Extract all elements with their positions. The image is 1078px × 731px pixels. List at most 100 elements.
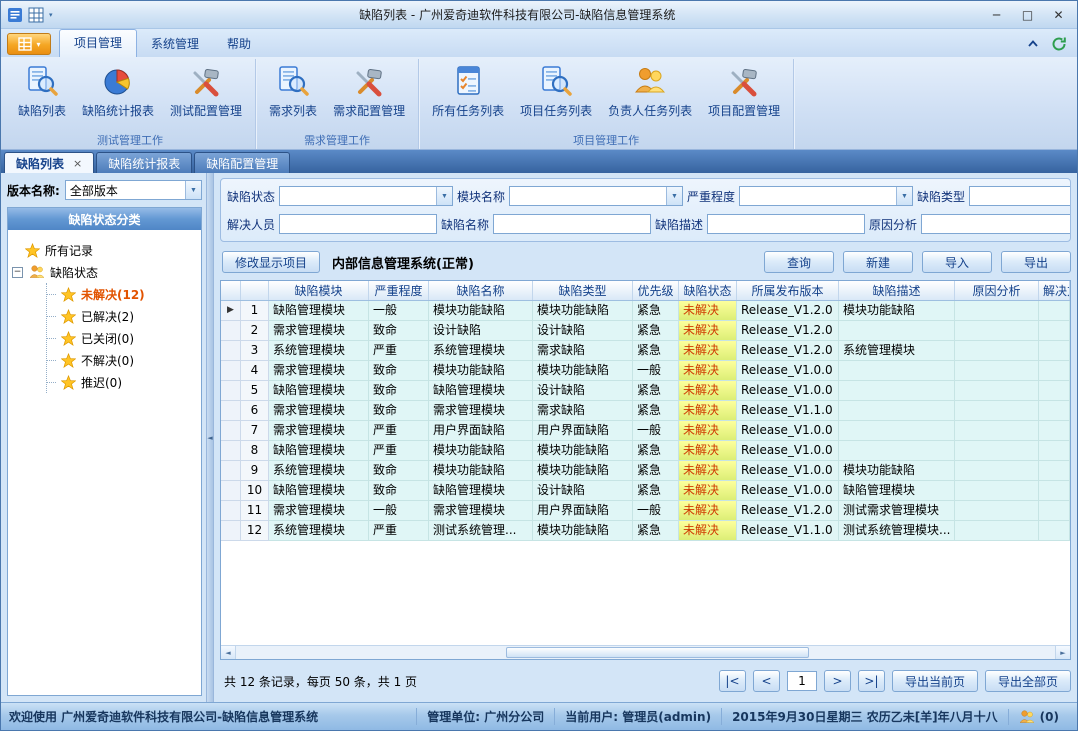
grid-header-cell[interactable]: 缺陷描述 — [839, 281, 955, 300]
table-row[interactable]: 2需求管理模块致命设计缺陷设计缺陷紧急未解决Release_V1.2.0 — [221, 321, 1070, 341]
app-menu-button[interactable]: ▾ — [7, 33, 51, 55]
refresh-icon[interactable] — [1051, 36, 1067, 52]
row-selector-cell[interactable] — [221, 341, 241, 361]
ribbon-tab[interactable]: 系统管理 — [137, 31, 213, 57]
combo-arrow-icon[interactable]: ▼ — [896, 187, 912, 205]
filter-input[interactable] — [510, 188, 666, 204]
table-row[interactable]: 6需求管理模块致命需求管理模块需求缺陷紧急未解决Release_V1.1.0 — [221, 401, 1070, 421]
ribbon-button[interactable]: 缺陷统计报表 — [74, 61, 162, 121]
filter-input[interactable] — [740, 188, 896, 204]
ribbon-button[interactable]: 缺陷列表 — [10, 61, 74, 121]
grid-header-cell[interactable]: 严重程度 — [369, 281, 429, 300]
first-page-button[interactable]: |< — [719, 670, 746, 692]
table-row[interactable]: 3系统管理模块严重系统管理模块需求缺陷紧急未解决Release_V1.2.0系统… — [221, 341, 1070, 361]
filter-input[interactable] — [708, 216, 864, 232]
close-tab-icon[interactable]: × — [73, 157, 82, 170]
grid-header-cell[interactable]: 缺陷名称 — [429, 281, 533, 300]
row-selector-cell[interactable] — [221, 421, 241, 441]
tree-expand-icon[interactable]: − — [12, 267, 23, 278]
row-selector-cell[interactable] — [221, 501, 241, 521]
ribbon-button[interactable]: 需求列表 — [261, 61, 325, 121]
row-selector-cell[interactable] — [221, 481, 241, 501]
table-row[interactable]: ▶1缺陷管理模块一般模块功能缺陷模块功能缺陷紧急未解决Release_V1.2.… — [221, 301, 1070, 321]
ribbon-button[interactable]: 项目任务列表 — [512, 61, 600, 121]
tree-item[interactable]: 已关闭(0) — [47, 327, 197, 349]
grid-cell — [955, 401, 1039, 421]
version-combo-arrow-icon[interactable]: ▼ — [185, 181, 201, 199]
table-row[interactable]: 4需求管理模块致命模块功能缺陷模块功能缺陷一般未解决Release_V1.0.0 — [221, 361, 1070, 381]
export-button[interactable]: 导出 — [1001, 251, 1071, 273]
grid-header-cell[interactable]: 优先级 — [633, 281, 679, 300]
row-selector-cell[interactable] — [221, 381, 241, 401]
row-selector-cell[interactable] — [221, 461, 241, 481]
ribbon-tab[interactable]: 帮助 — [213, 31, 265, 57]
maximize-button[interactable]: □ — [1013, 5, 1042, 25]
filter-input[interactable] — [970, 188, 1071, 204]
page-number-input[interactable] — [787, 671, 817, 691]
tree-item[interactable]: 推迟(0) — [47, 371, 197, 393]
row-selector-cell[interactable]: ▶ — [221, 301, 241, 321]
combo-arrow-icon[interactable]: ▼ — [666, 187, 682, 205]
row-selector-cell[interactable] — [221, 361, 241, 381]
next-page-button[interactable]: > — [824, 670, 851, 692]
filter-input[interactable] — [922, 216, 1071, 232]
scrollbar-thumb[interactable] — [506, 647, 809, 658]
tree-item[interactable]: 所有记录 — [12, 239, 197, 261]
grid-header-cell[interactable]: 缺陷状态 — [679, 281, 737, 300]
import-button[interactable]: 导入 — [922, 251, 992, 273]
filter-input[interactable] — [280, 216, 436, 232]
prev-page-button[interactable]: < — [753, 670, 780, 692]
tree-item[interactable]: 已解决(2) — [47, 305, 197, 327]
filter-input[interactable] — [280, 188, 436, 204]
filter-input[interactable] — [494, 216, 650, 232]
table-row[interactable]: 8缺陷管理模块严重模块功能缺陷模块功能缺陷紧急未解决Release_V1.0.0 — [221, 441, 1070, 461]
tree-item[interactable]: −缺陷状态 — [12, 261, 197, 283]
minimize-button[interactable]: ─ — [982, 5, 1011, 25]
tree-item[interactable]: 不解决(0) — [47, 349, 197, 371]
row-selector-cell[interactable] — [221, 401, 241, 421]
scroll-left-icon[interactable]: ◄ — [221, 646, 236, 659]
ribbon-button[interactable]: 所有任务列表 — [424, 61, 512, 121]
create-button[interactable]: 新建 — [843, 251, 913, 273]
scrollbar-track[interactable] — [236, 646, 1055, 659]
ribbon-tab[interactable]: 项目管理 — [59, 29, 137, 57]
grid-cell: 需求管理模块 — [269, 401, 369, 421]
scroll-right-icon[interactable]: ► — [1055, 646, 1070, 659]
combo-arrow-icon[interactable]: ▼ — [436, 187, 452, 205]
ribbon-button[interactable]: 项目配置管理 — [700, 61, 788, 121]
ribbon-button[interactable]: 负责人任务列表 — [600, 61, 700, 121]
collapse-ribbon-icon[interactable] — [1025, 36, 1041, 52]
tree-item[interactable]: 未解决(12) — [47, 283, 197, 305]
splitter-collapse-icon[interactable]: ◄ — [207, 434, 212, 442]
ribbon-button[interactable]: 测试配置管理 — [162, 61, 250, 121]
row-selector-cell[interactable] — [221, 521, 241, 541]
grid-header-cell[interactable]: 解决方法 — [1039, 281, 1070, 300]
grid-header-cell[interactable]: 缺陷模块 — [269, 281, 369, 300]
horizontal-scrollbar[interactable]: ◄ ► — [221, 645, 1070, 659]
table-row[interactable]: 11需求管理模块一般需求管理模块用户界面缺陷一般未解决Release_V1.2.… — [221, 501, 1070, 521]
grid-header-cell[interactable]: 原因分析 — [955, 281, 1039, 300]
row-selector-cell[interactable] — [221, 321, 241, 341]
grid-header-cell[interactable]: 缺陷类型 — [533, 281, 633, 300]
table-row[interactable]: 12系统管理模块严重测试系统管理...模块功能缺陷紧急未解决Release_V1… — [221, 521, 1070, 541]
export-all-pages-button[interactable]: 导出全部页 — [985, 670, 1071, 692]
query-button[interactable]: 查询 — [764, 251, 834, 273]
modify-display-items-button[interactable]: 修改显示项目 — [222, 251, 320, 273]
document-tab[interactable]: 缺陷配置管理 — [194, 152, 290, 173]
table-row[interactable]: 7需求管理模块严重用户界面缺陷用户界面缺陷一般未解决Release_V1.0.0 — [221, 421, 1070, 441]
ribbon-button[interactable]: 需求配置管理 — [325, 61, 413, 121]
quick-access-grid-icon[interactable] — [28, 7, 44, 23]
last-page-button[interactable]: >| — [858, 670, 885, 692]
close-button[interactable]: ✕ — [1044, 5, 1073, 25]
export-current-page-button[interactable]: 导出当前页 — [892, 670, 978, 692]
sidebar-splitter[interactable]: ◄ — [206, 173, 214, 702]
grid-header-cell[interactable]: 所属发布版本 — [737, 281, 839, 300]
document-tab[interactable]: 缺陷列表× — [4, 152, 94, 173]
grid-cell: 需求缺陷 — [533, 341, 633, 361]
table-row[interactable]: 5缺陷管理模块致命缺陷管理模块设计缺陷紧急未解决Release_V1.0.0 — [221, 381, 1070, 401]
row-selector-cell[interactable] — [221, 441, 241, 461]
table-row[interactable]: 10缺陷管理模块致命缺陷管理模块设计缺陷紧急未解决Release_V1.0.0缺… — [221, 481, 1070, 501]
version-combo[interactable]: 全部版本 ▼ — [65, 180, 202, 200]
table-row[interactable]: 9系统管理模块致命模块功能缺陷模块功能缺陷紧急未解决Release_V1.0.0… — [221, 461, 1070, 481]
document-tab[interactable]: 缺陷统计报表 — [96, 152, 192, 173]
